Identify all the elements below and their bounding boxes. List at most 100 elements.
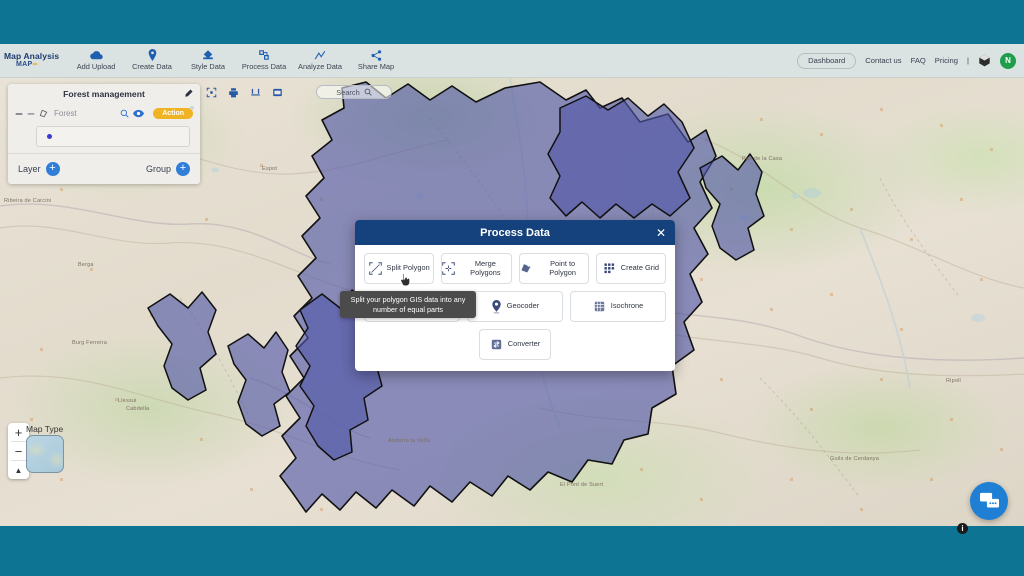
nav-analyze-data[interactable]: Analyze Data bbox=[292, 49, 348, 72]
nav-add-upload[interactable]: Add Upload bbox=[68, 49, 124, 72]
nav-label: Share Map bbox=[357, 62, 395, 71]
minus-icon[interactable] bbox=[27, 110, 35, 118]
group-label: Group bbox=[145, 164, 171, 174]
drag-handle-icon[interactable] bbox=[15, 110, 23, 118]
create-grid-icon bbox=[603, 262, 616, 275]
split-polygon-icon bbox=[368, 262, 382, 275]
panel-title-text: Forest management bbox=[63, 89, 145, 99]
dialog-title: Process Data bbox=[480, 226, 550, 239]
map-label: Berga bbox=[78, 262, 94, 268]
map-toolbar: Search bbox=[206, 85, 392, 99]
cube-icon[interactable] bbox=[978, 54, 991, 67]
nav-label: Add Upload bbox=[76, 62, 116, 71]
nav-label: Process Data bbox=[241, 62, 287, 71]
nav-label: Analyze Data bbox=[298, 62, 342, 71]
isochrone-button[interactable]: Isochrone bbox=[570, 291, 666, 322]
app-root: Ribeira de Carcini Burg Ferreira Pas de … bbox=[0, 0, 1024, 576]
nav-share-map[interactable]: Share Map bbox=[348, 49, 404, 72]
layers-panel: Forest management Forest Action Layer + … bbox=[8, 84, 200, 184]
add-group-group[interactable]: Group + bbox=[146, 162, 190, 176]
map-type-thumbnail[interactable] bbox=[26, 435, 64, 473]
map-label: Burg Ferreira bbox=[72, 340, 107, 346]
tool-label: Geocoder bbox=[506, 301, 540, 311]
map-label: Pas de la Casa bbox=[742, 156, 783, 162]
measure-icon[interactable] bbox=[250, 87, 261, 98]
map-label: Ribeira de Carcini bbox=[4, 198, 52, 204]
layer-label: Layer bbox=[18, 164, 41, 174]
converter-button[interactable]: Converter bbox=[479, 329, 551, 360]
nav-process-data[interactable]: Process Data bbox=[236, 49, 292, 72]
header-right-actions: Dashboard Contact us FAQ Pricing | N bbox=[797, 52, 1024, 69]
close-icon[interactable]: ✕ bbox=[656, 227, 666, 239]
fullscreen-icon[interactable] bbox=[206, 87, 217, 98]
split-polygon-tooltip: Split your polygon GIS data into any num… bbox=[340, 291, 476, 319]
layer-action-button[interactable]: Action bbox=[153, 106, 194, 119]
map-label: Cabdella bbox=[126, 406, 150, 412]
map-attribution-info-button[interactable]: i bbox=[957, 523, 968, 534]
tool-label: Converter bbox=[507, 339, 541, 349]
map-label: Guils de Cerdanya bbox=[830, 456, 879, 462]
search-placeholder: Search bbox=[336, 87, 360, 97]
analyze-chart-icon bbox=[314, 49, 326, 61]
polygon-icon bbox=[39, 109, 48, 118]
user-avatar[interactable]: N bbox=[1000, 52, 1016, 69]
add-group-button[interactable]: + bbox=[176, 162, 190, 176]
layer-row[interactable]: Forest Action bbox=[8, 104, 200, 123]
tool-label: Create Grid bbox=[620, 263, 659, 273]
legend-icon[interactable] bbox=[272, 87, 283, 98]
print-icon[interactable] bbox=[228, 87, 239, 98]
nav-label: Create Data bbox=[132, 62, 172, 71]
dialog-body: Split Polygon Split your polygon GIS dat… bbox=[340, 245, 675, 371]
add-layer-button[interactable]: + bbox=[45, 162, 60, 176]
converter-icon bbox=[490, 338, 503, 351]
isochrone-icon bbox=[593, 300, 606, 313]
map-label: Ripoll bbox=[946, 378, 961, 384]
map-search-input[interactable]: Search bbox=[316, 85, 392, 99]
add-layer-group[interactable]: Layer + bbox=[18, 162, 60, 176]
process-data-icon bbox=[258, 49, 270, 61]
nav-style-data[interactable]: Style Data bbox=[180, 49, 236, 72]
chat-support-button[interactable] bbox=[970, 482, 1008, 520]
eye-icon[interactable] bbox=[133, 109, 145, 118]
merge-polygons-button[interactable]: Merge Polygons bbox=[441, 253, 512, 284]
map-label: Espot bbox=[262, 166, 278, 172]
header-separator: | bbox=[967, 56, 969, 65]
app-header: Map Analysis MAP∞ Add Upload Create Data bbox=[0, 44, 1024, 78]
paint-bucket-icon bbox=[202, 49, 214, 61]
faq-link[interactable]: FAQ bbox=[911, 56, 926, 65]
mouse-cursor-icon bbox=[399, 272, 412, 287]
map-type-control[interactable]: Map Type bbox=[26, 424, 64, 473]
map-pin-icon bbox=[148, 49, 157, 61]
merge-polygons-icon bbox=[442, 262, 455, 275]
geocoder-pin-icon bbox=[491, 299, 502, 314]
share-icon bbox=[371, 49, 382, 61]
chat-bubbles-icon bbox=[979, 492, 999, 508]
nav-label: Style Data bbox=[190, 62, 226, 71]
layer-style-preview[interactable] bbox=[36, 126, 190, 147]
map-label: Llessui bbox=[118, 398, 137, 404]
brand-accent: ∞ bbox=[32, 61, 38, 69]
split-polygon-button[interactable]: Split Polygon Split your polygon GIS dat… bbox=[340, 253, 476, 319]
nav-create-data[interactable]: Create Data bbox=[124, 49, 180, 72]
tool-label: Point to Polygon bbox=[549, 258, 576, 277]
brand-title: Map Analysis bbox=[4, 51, 60, 62]
tool-label: Merge Polygons bbox=[470, 258, 501, 277]
create-grid-button[interactable]: Create Grid bbox=[595, 253, 666, 284]
brand-logo[interactable]: Map Analysis MAP∞ bbox=[0, 52, 62, 68]
pencil-icon[interactable] bbox=[184, 88, 193, 100]
contact-us-link[interactable]: Contact us bbox=[865, 56, 901, 65]
layers-panel-header: Forest management bbox=[8, 84, 200, 104]
brand-subtitle: MAP∞ bbox=[16, 61, 38, 69]
point-to-polygon-icon bbox=[520, 262, 533, 275]
geocoder-button[interactable]: Geocoder bbox=[467, 291, 563, 322]
main-nav: Add Upload Create Data Style Data Proces… bbox=[68, 49, 404, 72]
map-label: El Pont de Suert bbox=[560, 482, 604, 488]
dialog-header: Process Data ✕ bbox=[355, 220, 675, 245]
style-swatch bbox=[47, 134, 52, 139]
tool-label: Isochrone bbox=[610, 301, 644, 311]
pricing-link[interactable]: Pricing bbox=[935, 56, 958, 65]
zoom-to-layer-icon[interactable] bbox=[120, 109, 129, 118]
dashboard-button[interactable]: Dashboard bbox=[797, 52, 857, 69]
map-type-label: Map Type bbox=[26, 424, 64, 434]
point-to-polygon-button[interactable]: Point to Polygon bbox=[518, 253, 589, 284]
